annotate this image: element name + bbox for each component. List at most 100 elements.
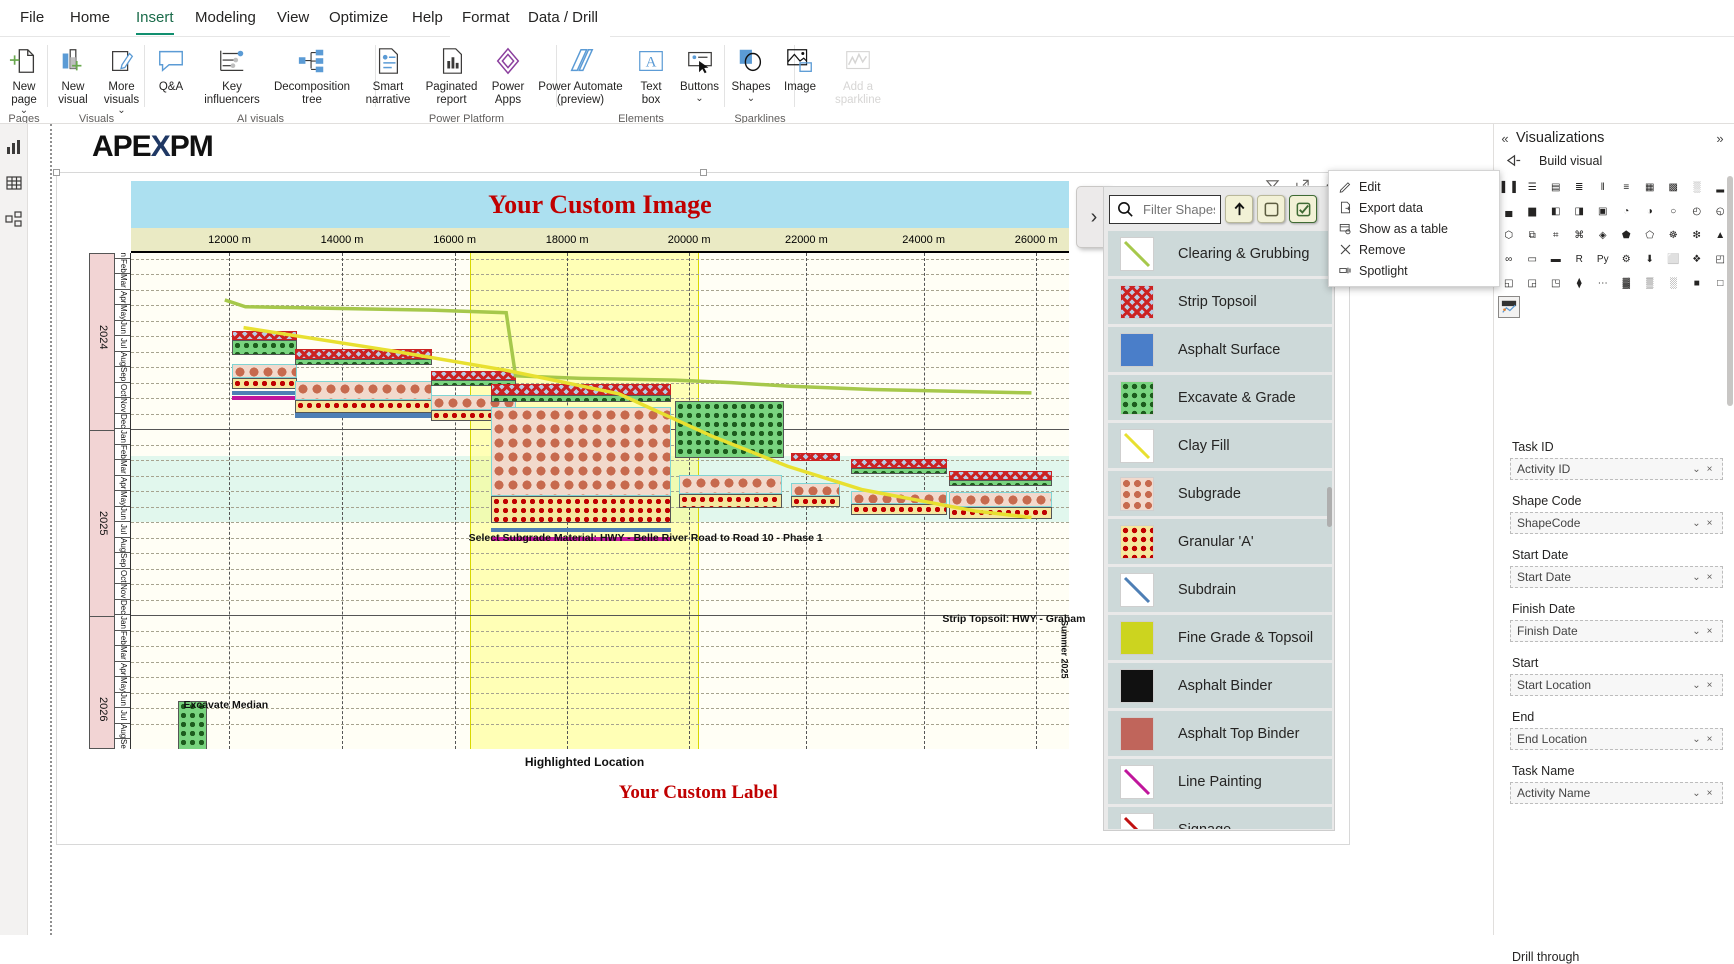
context-menu-item-remove[interactable]: Remove (1329, 239, 1499, 260)
select-all-button[interactable] (1289, 195, 1317, 223)
chevron-down-icon[interactable]: ⌄ (1690, 788, 1703, 799)
gantt-visual[interactable]: Your Custom Image 12000 m14000 m16000 m1… (56, 172, 1350, 845)
legend-item[interactable]: Excavate & Grade (1108, 375, 1332, 420)
visual-context-menu[interactable]: EditExport dataShow as a tableRemoveSpot… (1328, 170, 1500, 287)
chevron-down-icon[interactable]: ⌄ (1690, 626, 1703, 637)
visual-type-button[interactable]: ‖ (1592, 176, 1614, 198)
ribbon-tab-help[interactable]: Help (400, 0, 455, 37)
legend-item[interactable]: Strip Topsoil (1108, 279, 1332, 324)
visual-type-button[interactable]: ⋯ (1592, 272, 1614, 294)
ribbon-button-new-page[interactable]: Newpage⌄ (0, 41, 48, 115)
gantt-bar[interactable] (679, 494, 782, 508)
visual-type-gallery[interactable]: ▌▐☰▤≣‖≡▦▩░▂▄▆◧◨▣◔◑○◴◵⬡⧉⌗⌘◈⬟⬠☸❇▲∞▭▬RPy⚙⬇⬜… (1498, 176, 1731, 320)
chevron-down-icon[interactable]: ⌄ (1690, 518, 1703, 529)
ribbon-button-key-influencers[interactable]: Keyinfluencers (197, 41, 267, 106)
visual-type-button[interactable]: Py (1592, 248, 1614, 270)
gantt-bar[interactable] (851, 504, 947, 515)
visual-type-button[interactable]: ∞ (1498, 248, 1520, 270)
gantt-bar[interactable] (232, 364, 297, 378)
visual-type-button[interactable]: ░ (1663, 272, 1685, 294)
visual-type-button[interactable]: ⬜ (1663, 248, 1685, 270)
chevron-down-icon[interactable]: ⌄ (0, 106, 48, 115)
visual-type-button[interactable]: ◈ (1592, 224, 1614, 246)
gantt-bar[interactable] (232, 340, 297, 355)
ribbon-tab-home[interactable]: Home (58, 0, 122, 37)
gantt-bar[interactable] (491, 395, 671, 402)
ribbon-button-more-visuals[interactable]: Morevisuals⌄ (98, 41, 145, 115)
select-none-button[interactable] (1257, 195, 1285, 223)
legend-item[interactable]: Clearing & Grubbing (1108, 231, 1332, 276)
context-menu-item-export-data[interactable]: Export data (1329, 197, 1499, 218)
gantt-bar[interactable] (851, 459, 947, 468)
gantt-bar[interactable] (491, 384, 671, 395)
visual-type-button[interactable]: ≡ (1616, 176, 1638, 198)
gantt-bar[interactable] (232, 396, 297, 400)
visual-type-button[interactable]: ▬ (1545, 248, 1567, 270)
field-well-task-id[interactable]: Activity ID⌄× (1510, 458, 1723, 480)
resize-handle-tl[interactable] (53, 169, 60, 176)
visual-type-button[interactable]: ⚙ (1616, 248, 1638, 270)
visualizations-scrollbar[interactable] (1727, 176, 1733, 406)
shape-search-input[interactable] (1141, 197, 1217, 222)
ribbon-button-new-visual[interactable]: Newvisual (48, 41, 98, 106)
visual-type-button[interactable]: ◔ (1616, 200, 1638, 222)
close-icon[interactable]: × (1703, 464, 1716, 475)
chevron-down-icon[interactable]: ⌄ (1690, 572, 1703, 583)
legend-item[interactable]: Line Painting (1108, 759, 1332, 804)
chevron-down-icon[interactable]: ⌄ (1690, 680, 1703, 691)
ribbon-tab-view[interactable]: View (265, 0, 321, 37)
field-well-end[interactable]: End Location⌄× (1510, 728, 1723, 750)
gantt-bar[interactable] (431, 371, 515, 380)
sort-up-button[interactable] (1225, 195, 1253, 223)
ribbon-button-power-apps[interactable]: PowerApps (484, 41, 532, 106)
gantt-bar[interactable] (949, 471, 1052, 480)
close-icon[interactable]: × (1703, 788, 1716, 799)
build-visual-icon[interactable] (1506, 152, 1523, 174)
visual-type-button[interactable]: ▭ (1522, 248, 1544, 270)
field-well-finish-date[interactable]: Finish Date⌄× (1510, 620, 1723, 642)
chevron-down-icon[interactable]: ⌄ (1690, 734, 1703, 745)
field-well-start-date[interactable]: Start Date⌄× (1510, 566, 1723, 588)
gantt-bar[interactable] (949, 480, 1052, 486)
visual-type-button[interactable]: ☸ (1663, 224, 1685, 246)
ribbon-tab-insert[interactable]: Insert (124, 0, 186, 37)
visual-type-button[interactable]: ⬠ (1639, 224, 1661, 246)
legend-item[interactable]: Subdrain (1108, 567, 1332, 612)
close-icon[interactable]: × (1703, 518, 1716, 529)
visual-type-button[interactable]: ≣ (1569, 176, 1591, 198)
visual-type-button[interactable]: ▤ (1545, 176, 1567, 198)
context-menu-item-spotlight[interactable]: Spotlight (1329, 260, 1499, 281)
legend-scrollbar[interactable] (1327, 487, 1332, 527)
field-well-shape-code[interactable]: ShapeCode⌄× (1510, 512, 1723, 534)
gantt-bar[interactable] (295, 400, 432, 413)
gantt-bar[interactable] (295, 349, 432, 359)
gantt-bar[interactable] (791, 453, 840, 460)
ribbon-tab-format[interactable]: Format (450, 0, 522, 37)
chevron-left-icon[interactable]: « (1494, 131, 1516, 146)
gantt-bar[interactable] (791, 496, 840, 507)
chevron-down-icon[interactable]: ⌄ (673, 94, 726, 103)
ribbon-button-power-automate-preview[interactable]: Power Automate(preview) (532, 41, 629, 106)
visual-type-button-selected[interactable] (1498, 296, 1520, 318)
chevron-down-icon[interactable]: ⌄ (726, 94, 776, 103)
visual-type-button[interactable]: ▆ (1522, 200, 1544, 222)
visual-type-button[interactable]: ⬇ (1639, 248, 1661, 270)
legend-item[interactable]: Asphalt Binder (1108, 663, 1332, 708)
visual-type-button[interactable]: ◨ (1569, 200, 1591, 222)
visual-type-button[interactable]: ▄ (1498, 200, 1520, 222)
visual-type-button[interactable]: ▦ (1639, 176, 1661, 198)
visual-type-button[interactable]: ⬡ (1498, 224, 1520, 246)
table-view-icon[interactable] (3, 172, 25, 194)
close-icon[interactable]: × (1703, 680, 1716, 691)
gantt-bar[interactable] (491, 496, 671, 523)
close-icon[interactable]: × (1703, 734, 1716, 745)
legend-item[interactable]: Fine Grade & Topsoil (1108, 615, 1332, 660)
report-view-icon[interactable] (3, 136, 25, 158)
visual-type-button[interactable]: ☰ (1522, 176, 1544, 198)
ribbon-tab-optimize[interactable]: Optimize (317, 0, 400, 37)
ribbon-button-image[interactable]: Image (776, 41, 824, 94)
shape-legend-list[interactable]: Clearing & GrubbingStrip Topsoil Asphalt … (1108, 231, 1332, 829)
visual-type-button[interactable]: ░ (1686, 176, 1708, 198)
visual-type-button[interactable]: ⧉ (1522, 224, 1544, 246)
gantt-bar[interactable] (949, 492, 1052, 507)
